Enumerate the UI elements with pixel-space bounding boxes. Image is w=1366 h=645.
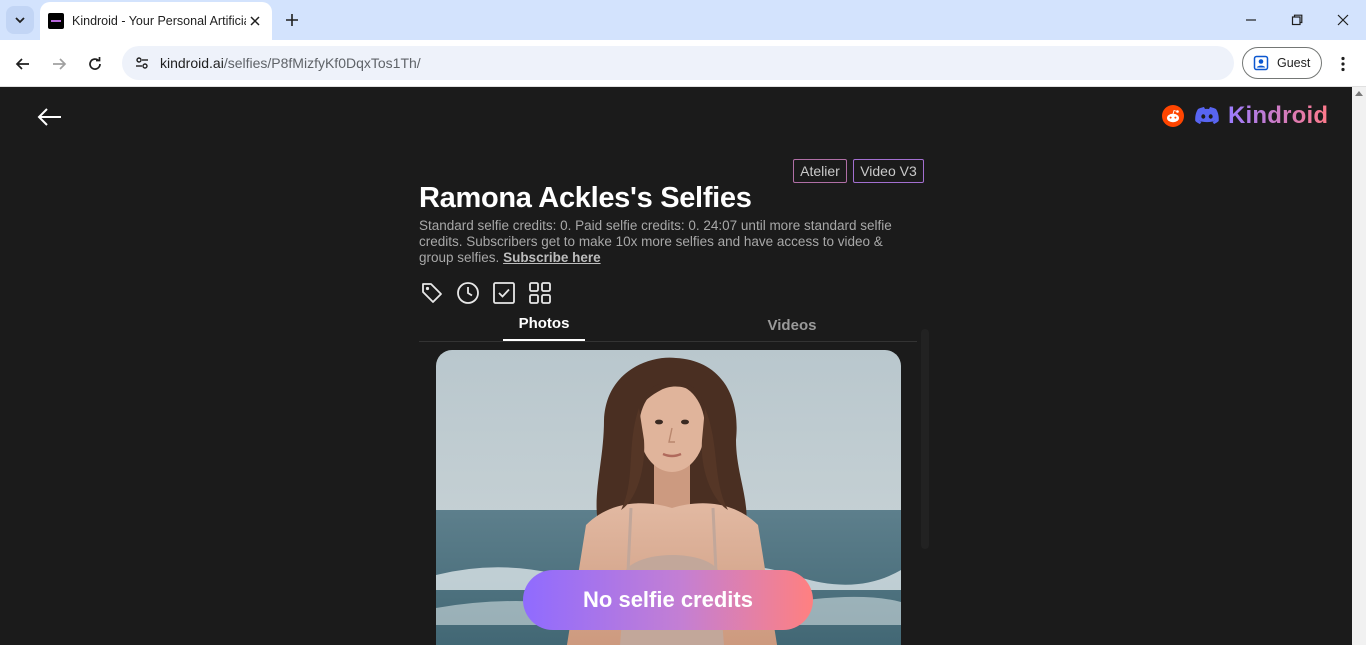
url-host: kindroid.ai [160, 55, 224, 71]
page-content: Kindroid Atelier Video V3 Ramona Ackles'… [0, 87, 1352, 645]
tab-videos[interactable]: Videos [751, 317, 833, 334]
tag-icon [422, 283, 442, 303]
credits-text: Standard selfie credits: 0. Paid selfie … [419, 218, 892, 265]
browser-menu-button[interactable] [1331, 50, 1355, 78]
minimize-button[interactable] [1237, 6, 1265, 34]
back-button[interactable] [9, 50, 37, 78]
kindroid-favicon-icon [48, 13, 64, 29]
tab-title: Kindroid - Your Personal Artificial [72, 14, 246, 28]
plus-icon [286, 14, 298, 26]
url-path: /selfies/P8fMizfyKf0DqxTos1Th/ [223, 55, 421, 71]
restore-button[interactable] [1283, 6, 1311, 34]
address-bar[interactable]: kindroid.ai/selfies/P8fMizfyKf0DqxTos1Th… [122, 46, 1234, 80]
history-button[interactable] [455, 280, 481, 306]
minimize-icon [1246, 19, 1256, 21]
profile-button[interactable]: Guest [1242, 47, 1322, 79]
close-icon [250, 16, 260, 26]
chevron-down-icon [15, 17, 25, 24]
gallery-scrollbar[interactable] [921, 329, 929, 549]
tune-icon [136, 57, 148, 69]
page-title: Ramona Ackles's Selfies [419, 182, 752, 214]
page-back-button[interactable] [36, 105, 64, 129]
close-icon [1337, 14, 1349, 26]
back-arrow-icon [37, 108, 61, 126]
browser-toolbar: kindroid.ai/selfies/P8fMizfyKf0DqxTos1Th… [0, 40, 1366, 87]
tag-button[interactable] [419, 280, 445, 306]
page-scrollbar[interactable] [1352, 87, 1366, 645]
reddit-icon[interactable] [1162, 105, 1184, 127]
tab-close-button[interactable] [246, 12, 264, 30]
checkbox-icon [493, 282, 515, 304]
video-v3-badge[interactable]: Video V3 [853, 159, 924, 183]
no-selfie-credits-button[interactable]: No selfie credits [523, 570, 813, 630]
tab-search-button[interactable] [6, 6, 34, 34]
url-text: kindroid.ai/selfies/P8fMizfyKf0DqxTos1Th… [160, 55, 421, 71]
brand-name[interactable]: Kindroid [1228, 102, 1328, 130]
grid-view-button[interactable] [527, 280, 553, 306]
close-window-button[interactable] [1329, 6, 1357, 34]
forward-button[interactable] [45, 50, 73, 78]
arrow-right-icon [53, 58, 67, 70]
more-vertical-icon [1341, 56, 1345, 72]
browser-tab-strip: Kindroid - Your Personal Artificial [0, 0, 1366, 40]
tab-photos[interactable]: Photos [503, 315, 585, 341]
arrow-left-icon [15, 58, 29, 70]
restore-icon [1291, 14, 1303, 26]
new-tab-button[interactable] [282, 10, 302, 30]
credits-description: Standard selfie credits: 0. Paid selfie … [419, 218, 919, 266]
reload-button[interactable] [81, 50, 109, 78]
select-button[interactable] [491, 280, 517, 306]
scroll-up-arrow-icon[interactable] [1355, 91, 1363, 96]
site-info-button[interactable] [130, 51, 154, 75]
brand-header: Kindroid [1162, 102, 1328, 130]
subscribe-link[interactable]: Subscribe here [503, 250, 601, 265]
atelier-badge[interactable]: Atelier [793, 159, 847, 183]
selfie-tools [419, 280, 553, 306]
discord-icon[interactable] [1194, 106, 1220, 126]
clock-icon [457, 282, 479, 304]
profile-icon [1253, 55, 1269, 71]
reload-icon [89, 57, 101, 70]
browser-tab[interactable]: Kindroid - Your Personal Artificial [40, 2, 272, 40]
profile-label: Guest [1277, 56, 1311, 70]
media-tabs: Photos Videos [419, 315, 917, 342]
grid-icon [529, 282, 551, 304]
